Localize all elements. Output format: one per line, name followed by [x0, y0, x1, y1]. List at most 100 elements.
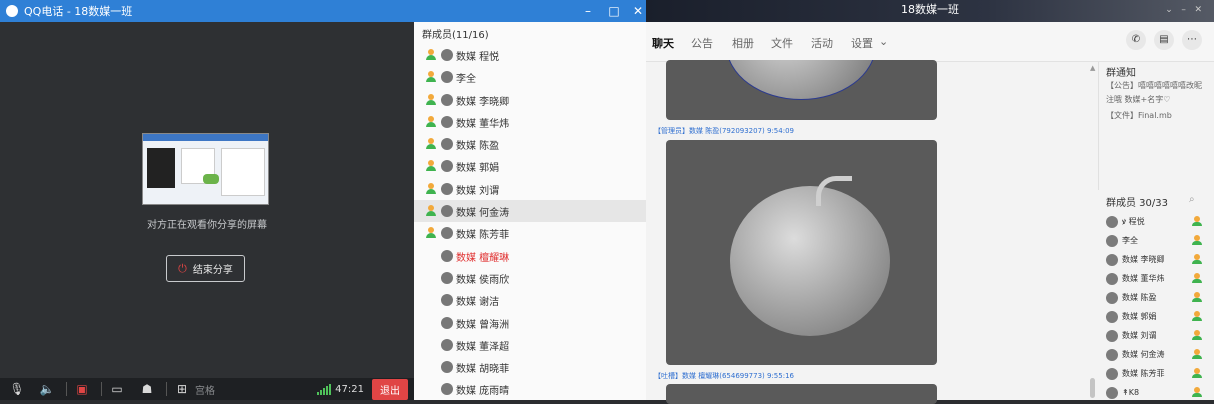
- chevron-down-icon[interactable]: ⌄: [879, 35, 888, 48]
- call-member-row[interactable]: 数媒 曾海洲: [414, 312, 646, 334]
- notice-file[interactable]: 【文件】Final.mb: [1106, 110, 1210, 121]
- watching-status-text: 对方正在观看你分享的屏幕: [147, 220, 267, 231]
- group-member-row[interactable]: 数媒 陈芳菲: [1098, 364, 1214, 383]
- group-member-row[interactable]: 数媒 董华炜: [1098, 269, 1214, 288]
- microphone-icon[interactable]: 🎙: [6, 380, 28, 398]
- speaker-person-icon: [425, 94, 437, 106]
- call-member-row[interactable]: 数媒 庞雨晴: [414, 378, 646, 400]
- shared-screen-thumbnail[interactable]: [142, 133, 269, 205]
- speaker-person-icon: [1192, 368, 1202, 379]
- call-toolbar: 🎙 🔈 ▣ ▭ ☗ ⊞ 宫格 47:21 退出: [0, 378, 414, 400]
- group-member-row[interactable]: ꝟ 程悦: [1098, 212, 1214, 231]
- avatar: [441, 94, 453, 106]
- call-member-row[interactable]: 李全: [414, 66, 646, 88]
- speaker-person-icon: [425, 183, 437, 195]
- call-member-row[interactable]: 数媒 李晓卿: [414, 89, 646, 111]
- member-name: 数媒 李晓卿: [1122, 255, 1165, 264]
- member-name: 数媒 刘谓: [1122, 331, 1157, 340]
- call-titlebar: QQ电话 - 18数媒一班: [0, 0, 414, 22]
- member-name: 数媒 董泽超: [456, 341, 510, 353]
- avatar: [441, 317, 453, 329]
- avatar: [1106, 215, 1118, 228]
- group-member-row[interactable]: 李全: [1098, 231, 1214, 250]
- call-members-header: 群成员(11/16): [422, 30, 489, 41]
- group-member-row[interactable]: ↟K8: [1098, 383, 1214, 402]
- presenter-icon[interactable]: ☗: [136, 380, 158, 398]
- tab-album[interactable]: 相册: [732, 35, 754, 51]
- member-name: 数媒 何金涛: [1122, 350, 1165, 359]
- speaker-person-icon: [425, 116, 437, 128]
- tab-files[interactable]: 文件: [771, 35, 793, 51]
- group-member-row[interactable]: 数媒 郭娟: [1098, 307, 1214, 326]
- member-name: 数媒 谢洁: [456, 296, 500, 308]
- minimize-icon[interactable]: –: [580, 3, 596, 19]
- message-sender: 【管理员】数媒 陈盈(792093207) 9:54:09: [654, 127, 794, 135]
- speaker-person-icon: [425, 227, 437, 239]
- window-controls[interactable]: ⌄ – ✕: [1165, 0, 1202, 20]
- member-name: 数媒 程悦: [456, 51, 500, 63]
- grid-view-icon[interactable]: ⊞: [171, 380, 193, 398]
- call-window: QQ电话 - 18数媒一班 对方正在观看你分享的屏幕 ⏻ 结束分享 🎙 🔈 ▣ …: [0, 0, 414, 400]
- notice-line: 注哦 数媒+名字♡: [1106, 95, 1171, 104]
- avatar: [441, 71, 453, 83]
- call-member-row[interactable]: 数媒 何金涛: [414, 200, 646, 222]
- tab-settings[interactable]: 设置: [851, 35, 873, 51]
- member-name: 数媒 檀耀琳: [456, 252, 510, 264]
- member-name: 数媒 李晓卿: [456, 96, 510, 108]
- speaker-person-icon: [425, 160, 437, 172]
- more-icon[interactable]: ⋯: [1182, 30, 1202, 50]
- screen-share-area: 对方正在观看你分享的屏幕 ⏻ 结束分享: [0, 22, 414, 378]
- member-name: 数媒 董华炜: [1122, 274, 1165, 283]
- call-member-row[interactable]: 数媒 程悦: [414, 44, 646, 66]
- end-share-button[interactable]: ⏻ 结束分享: [166, 255, 245, 282]
- camera-off-icon[interactable]: ▣: [71, 380, 93, 398]
- call-member-row[interactable]: 数媒 董华炜: [414, 111, 646, 133]
- group-member-row[interactable]: 数媒 何金涛: [1098, 345, 1214, 364]
- member-name: 数媒 刘谓: [456, 185, 500, 197]
- message-scrollbar[interactable]: ▲: [1089, 62, 1097, 400]
- call-member-row[interactable]: 数媒 刘谓: [414, 178, 646, 200]
- speaker-icon[interactable]: 🔈: [36, 380, 58, 398]
- phone-icon[interactable]: ✆: [1126, 30, 1146, 50]
- member-name: 李全: [456, 73, 476, 85]
- call-member-row[interactable]: 数媒 胡晓菲: [414, 356, 646, 378]
- group-member-row[interactable]: 数媒 刘谓: [1098, 326, 1214, 345]
- chat-bubble-icon[interactable]: ▤: [1154, 30, 1174, 50]
- shared-image[interactable]: [666, 384, 937, 404]
- call-member-row[interactable]: 数媒 侯雨欣: [414, 267, 646, 289]
- screen-share-icon[interactable]: ▭: [106, 380, 128, 398]
- grid-view-label[interactable]: 宫格: [195, 382, 215, 397]
- avatar: [1106, 234, 1118, 247]
- search-icon[interactable]: ⌕: [1189, 194, 1195, 205]
- avatar: [441, 183, 453, 195]
- chat-title: 18数媒一班: [901, 3, 959, 16]
- member-name: 数媒 何金涛: [456, 207, 510, 219]
- speaker-person-icon: [425, 71, 437, 83]
- call-member-row[interactable]: 数媒 陈盈: [414, 133, 646, 155]
- call-member-row[interactable]: 数媒 谢洁: [414, 289, 646, 311]
- exit-call-button[interactable]: 退出: [372, 378, 408, 400]
- shared-image[interactable]: [666, 60, 937, 120]
- member-name: 数媒 胡晓菲: [456, 363, 510, 375]
- speaker-person-icon: [1192, 216, 1202, 227]
- message-area: 【管理员】数媒 陈盈(792093207) 9:54:09 【吐槽】数媒 檀耀琳…: [646, 60, 1098, 404]
- speaker-person-icon: [425, 49, 437, 61]
- member-name: 数媒 董华炜: [456, 118, 510, 130]
- speaker-person-icon: [425, 138, 437, 150]
- avatar: [441, 160, 453, 172]
- avatar: [441, 339, 453, 351]
- avatar: [1106, 329, 1118, 342]
- call-member-row[interactable]: 数媒 郭娟: [414, 155, 646, 177]
- call-member-row[interactable]: 数媒 檀耀琳: [414, 245, 646, 267]
- call-member-row[interactable]: 数媒 董泽超: [414, 334, 646, 356]
- tab-chat[interactable]: 聊天: [652, 35, 674, 51]
- group-member-row[interactable]: 数媒 陈盈: [1098, 288, 1214, 307]
- qq-logo-icon: [6, 5, 18, 17]
- maximize-icon[interactable]: □: [606, 3, 622, 19]
- shared-image[interactable]: [666, 140, 937, 365]
- group-member-row[interactable]: 数媒 李晓卿: [1098, 250, 1214, 269]
- call-member-row[interactable]: 数媒 陈芳菲: [414, 222, 646, 244]
- close-icon[interactable]: ✕: [630, 3, 646, 19]
- tab-activity[interactable]: 活动: [811, 35, 833, 51]
- tab-announcement[interactable]: 公告: [691, 35, 713, 51]
